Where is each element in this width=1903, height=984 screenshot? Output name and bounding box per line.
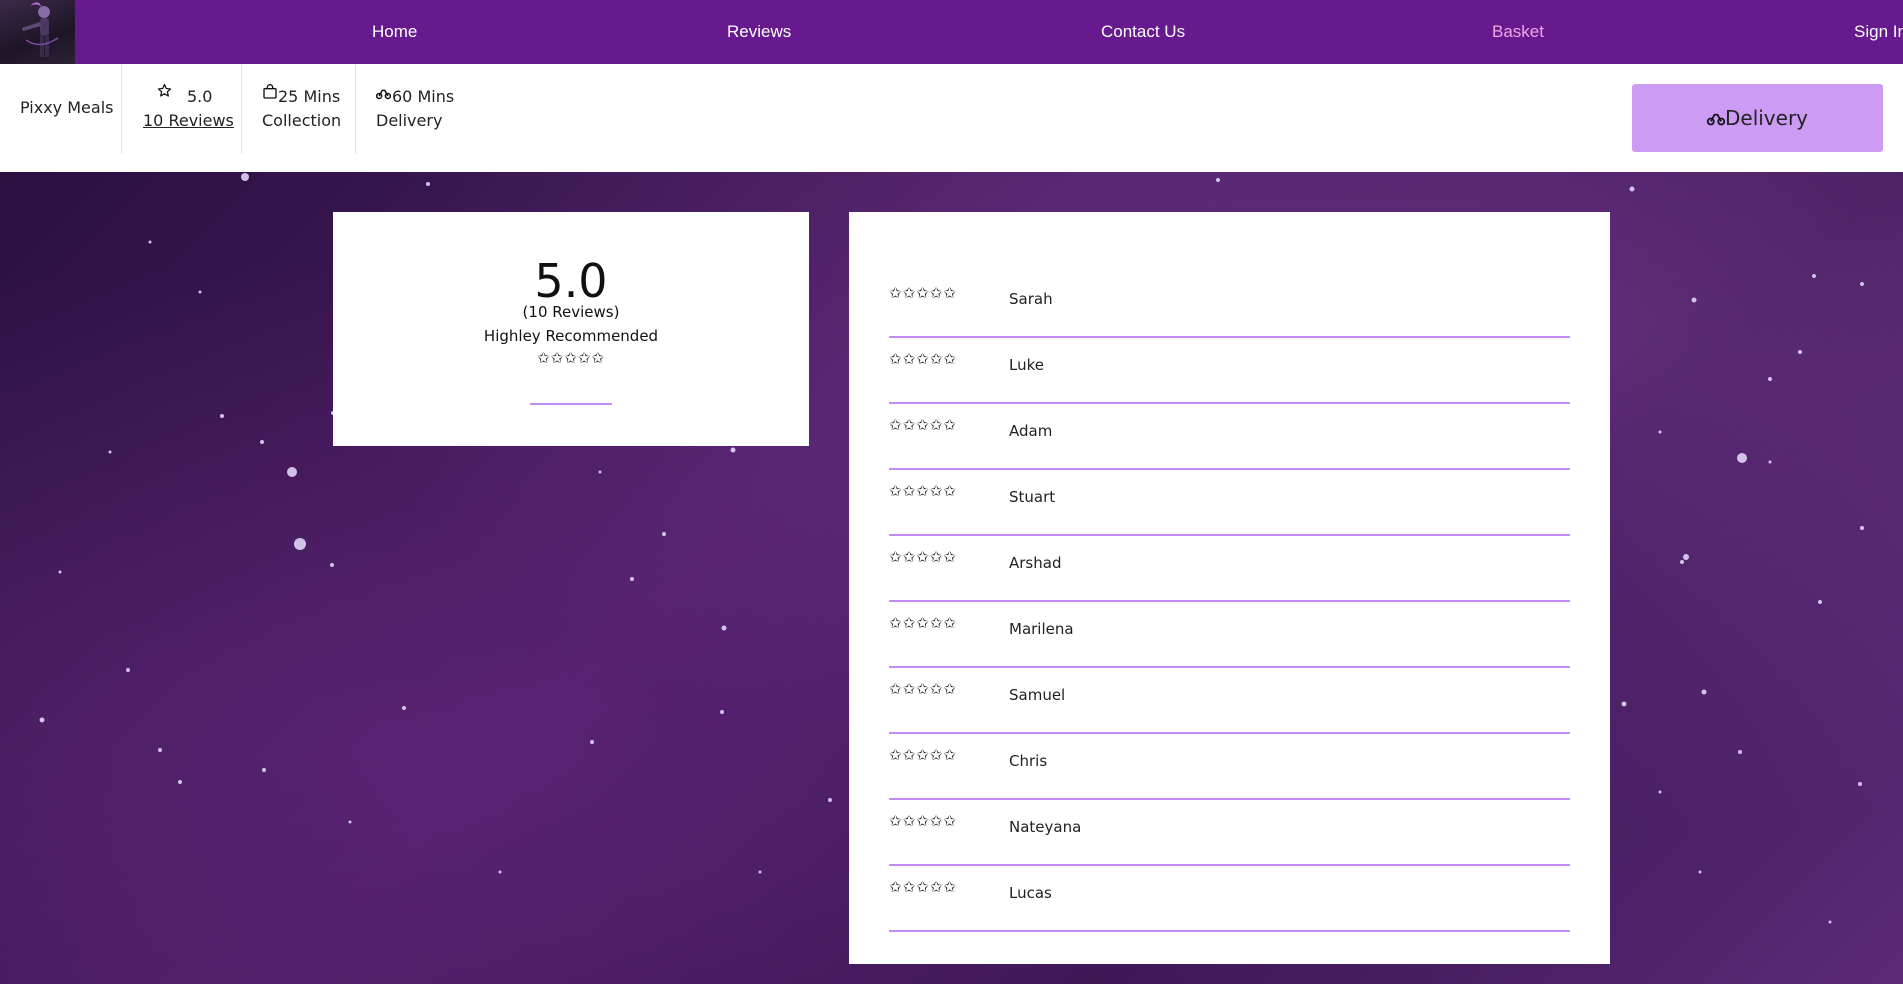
info-divider [355,64,356,154]
info-divider [241,64,242,154]
delivery-time: 60 Mins [392,87,455,106]
review-stars: ✩✩✩✩✩ [889,482,957,500]
review-stars: ✩✩✩✩✩ [889,614,957,632]
restaurant-name-block: Pixxy Meals [20,64,120,172]
restaurant-name: Pixxy Meals [20,98,114,117]
character-logo-icon [22,2,59,57]
reviewer-name: Stuart [1009,488,1056,506]
nav-basket-link[interactable]: Basket [1492,0,1544,64]
review-stars: ✩✩✩✩✩ [889,350,957,368]
collection-block: 25 Mins Collection [262,64,352,172]
reviewer-name: Luke [1009,356,1044,374]
delivery-button-label: Delivery [1724,106,1809,130]
star-outline-icon [157,81,172,100]
review-stars: ✩✩✩✩✩ [889,812,957,830]
logo-image[interactable] [0,0,75,64]
info-divider [121,64,122,154]
restaurant-info-bar: Pixxy Meals 5.0 10 Reviews 25 Mins Colle… [0,64,1903,172]
review-stars: ✩✩✩✩✩ [889,284,957,302]
summary-recommendation: Highley Recommended [483,327,659,345]
summary-review-count: (10 Reviews) [522,303,620,321]
summary-divider [530,403,612,405]
reviewer-name: Chris [1009,752,1048,770]
collection-time: 25 Mins [278,87,341,106]
review-stars: ✩✩✩✩✩ [889,548,957,566]
review-row: ✩✩✩✩✩ Sarah [889,270,1570,338]
bike-icon [1706,106,1726,130]
rating-value: 5.0 [187,87,213,106]
reviews-list-card: ✩✩✩✩✩ Sarah ✩✩✩✩✩ Luke ✩✩✩✩✩ Adam ✩✩✩✩✩ … [849,212,1610,964]
nav-home-link[interactable]: Home [372,0,417,64]
reviewer-name: Nateyana [1009,818,1082,836]
summary-stars: ✩✩✩✩✩ [537,349,605,367]
reviewer-name: Marilena [1009,620,1074,638]
rating-summary-card: 5.0 (10 Reviews) Highley Recommended ✩✩✩… [333,212,809,446]
review-row: ✩✩✩✩✩ Samuel [889,666,1570,734]
review-row: ✩✩✩✩✩ Luke [889,336,1570,404]
summary-score: 5.0 [534,254,608,308]
review-stars: ✩✩✩✩✩ [889,416,957,434]
reviewer-name: Arshad [1009,554,1062,572]
nav-contact-link[interactable]: Contact Us [1101,0,1185,64]
bag-icon [262,83,278,102]
bike-icon [376,83,391,102]
reviews-count-link[interactable]: 10 Reviews [143,111,234,130]
delivery-info-block: 60 Mins Delivery [376,64,476,172]
review-row: ✩✩✩✩✩ Marilena [889,600,1570,668]
review-stars: ✩✩✩✩✩ [889,878,957,896]
review-row: ✩✩✩✩✩ Chris [889,732,1570,800]
review-row: ✩✩✩✩✩ Nateyana [889,798,1570,866]
delivery-button[interactable]: Delivery [1632,84,1883,152]
delivery-label: Delivery [376,111,443,130]
review-stars: ✩✩✩✩✩ [889,746,957,764]
reviewer-name: Adam [1009,422,1053,440]
review-row: ✩✩✩✩✩ Adam [889,402,1570,470]
review-row: ✩✩✩✩✩ Lucas [889,864,1570,932]
top-nav: Home Reviews Contact Us Basket Sign In [0,0,1903,64]
review-row: ✩✩✩✩✩ Arshad [889,534,1570,602]
reviewer-name: Sarah [1009,290,1053,308]
nav-sign-in-link[interactable]: Sign In [1854,0,1903,64]
review-row: ✩✩✩✩✩ Stuart [889,468,1570,536]
rating-block: 5.0 10 Reviews [143,64,239,172]
reviewer-name: Lucas [1009,884,1052,902]
collection-label: Collection [262,111,342,130]
reviewer-name: Samuel [1009,686,1066,704]
nav-reviews-link[interactable]: Reviews [727,0,791,64]
review-stars: ✩✩✩✩✩ [889,680,957,698]
